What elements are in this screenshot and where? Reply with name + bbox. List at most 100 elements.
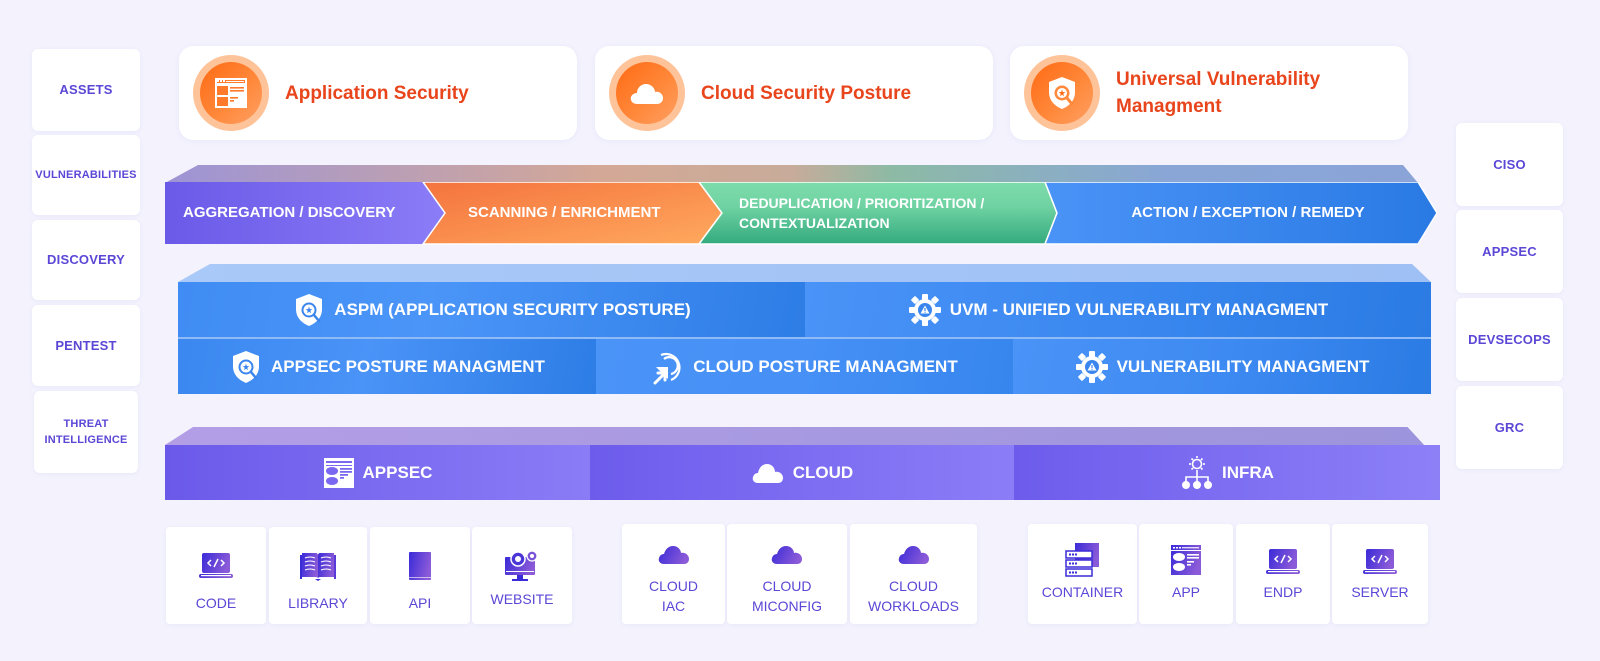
category-label: INFRA bbox=[1222, 462, 1274, 482]
source-tile-app[interactable]: APP bbox=[1139, 524, 1233, 624]
sidebar-left-item-pentest[interactable]: PENTEST bbox=[32, 305, 140, 386]
category-bar-top-face bbox=[165, 427, 1425, 445]
platform-item-label: CLOUD POSTURE MANAGMENT bbox=[693, 356, 958, 376]
category-label: APPSEC bbox=[362, 462, 433, 482]
cloud-icon bbox=[770, 538, 804, 572]
pipeline-stage-label: ACTION / EXCEPTION / REMEDY bbox=[1131, 204, 1365, 221]
sidebar-left-label: INTELLIGENCE bbox=[44, 434, 128, 446]
source-tile-label: CODE bbox=[195, 595, 237, 611]
cloud-icon bbox=[897, 538, 931, 572]
source-tile-label: CLOUD bbox=[888, 578, 938, 594]
app-window-icon bbox=[1170, 542, 1202, 578]
platform-item-appsec-posture[interactable]: APPSEC POSTURE MANAGMENT bbox=[178, 339, 596, 394]
sidebar-right-label: CISO bbox=[1493, 156, 1526, 172]
platform-item-label: APPSEC POSTURE MANAGMENT bbox=[271, 356, 545, 376]
platform-item-cloud-posture[interactable]: CLOUD POSTURE MANAGMENT bbox=[596, 339, 1013, 394]
pipeline-stage-label: CONTEXTUALIZATION bbox=[739, 215, 890, 231]
source-tile-label: ENDP bbox=[1263, 584, 1303, 600]
laptop-code-icon bbox=[198, 549, 234, 583]
platform-item-aspm[interactable]: ASPM (APPLICATION SECURITY POSTURE) bbox=[178, 282, 805, 337]
category-appsec[interactable]: APPSEC bbox=[165, 445, 590, 500]
browser-window-icon bbox=[323, 457, 354, 488]
source-tile-api[interactable]: API bbox=[370, 527, 470, 624]
sidebar-left-item-discovery[interactable]: DISCOVERY bbox=[32, 220, 140, 300]
sidebar-left-label: PENTEST bbox=[55, 337, 117, 353]
platform-item-label: VULNERABILITY MANAGMENT bbox=[1116, 356, 1370, 376]
server-stack-icon bbox=[1064, 542, 1101, 578]
source-tile-label: CLOUD bbox=[762, 578, 812, 594]
sidebar-right-label: GRC bbox=[1494, 419, 1525, 435]
top-card-universal-vulnerability-managment[interactable]: Universal Vulnerability Managment bbox=[1010, 46, 1408, 140]
pipeline-stage-scanning[interactable]: SCANNING / ENRICHMENT bbox=[468, 182, 698, 244]
category-infra[interactable]: INFRA bbox=[1014, 445, 1440, 500]
gear-warning-icon bbox=[908, 293, 941, 326]
source-tile-library[interactable]: LIBRARY bbox=[269, 527, 367, 624]
cloud-icon bbox=[657, 538, 691, 572]
category-label: CLOUD bbox=[792, 462, 854, 482]
cursor-ring-icon bbox=[653, 352, 681, 384]
sidebar-left-label: VULNERABILITIES bbox=[35, 169, 137, 181]
network-gear-icon bbox=[1182, 455, 1213, 489]
sidebar-right-item-ciso[interactable]: CISO bbox=[1456, 123, 1563, 206]
pipeline-stage-aggregation[interactable]: AGGREGATION / DISCOVERY bbox=[183, 182, 433, 244]
platform-bar-top-face bbox=[178, 264, 1431, 282]
top-card-cloud-security-posture[interactable]: Cloud Security Posture bbox=[595, 46, 993, 140]
top-card-title-line: Universal Vulnerability bbox=[1116, 69, 1321, 90]
top-card-title-line: Managment bbox=[1116, 96, 1222, 117]
monitor-gears-icon bbox=[504, 549, 540, 583]
shield-search-icon bbox=[233, 350, 260, 383]
platform-item-label: UVM - UNIFIED VULNERABILITY MANAGMENT bbox=[949, 299, 1329, 319]
cloud-icon bbox=[609, 55, 685, 131]
source-tile-cloud-miconfig[interactable]: CLOUD MICONFIG bbox=[727, 524, 847, 624]
source-tile-container[interactable]: CONTAINER bbox=[1028, 524, 1137, 624]
cloud-icon bbox=[752, 463, 783, 483]
source-tile-label: WEBSITE bbox=[490, 591, 554, 607]
gear-warning-icon bbox=[1075, 350, 1108, 383]
sidebar-left-item-vulnerabilities[interactable]: VULNERABILITIES bbox=[32, 135, 140, 215]
sidebar-right-label: DEVSECOPS bbox=[1468, 331, 1551, 347]
sidebar-left-label: DISCOVERY bbox=[47, 252, 125, 267]
source-tile-cloud-iac[interactable]: CLOUD IAC bbox=[622, 524, 725, 624]
source-tile-label: CLOUD bbox=[648, 578, 698, 594]
pipeline-stage-action[interactable]: ACTION / EXCEPTION / REMEDY bbox=[1058, 182, 1438, 244]
sidebar-left-label: THREAT bbox=[63, 418, 109, 430]
browser-window-icon bbox=[193, 55, 269, 131]
source-tile-label: API bbox=[408, 595, 432, 611]
source-tile-website[interactable]: WEBSITE bbox=[472, 527, 572, 624]
source-tile-label: MICONFIG bbox=[752, 598, 822, 614]
sidebar-left-item-assets[interactable]: ASSETS bbox=[32, 49, 140, 131]
laptop-code-icon bbox=[1362, 546, 1398, 578]
pipeline-stage-label: SCANNING / ENRICHMENT bbox=[468, 204, 661, 221]
laptop-code-icon bbox=[1265, 546, 1301, 578]
top-card-title: Cloud Security Posture bbox=[701, 82, 912, 104]
open-book-icon bbox=[300, 549, 336, 583]
pipeline-bar-top-face bbox=[165, 165, 1418, 183]
source-tile-server[interactable]: SERVER bbox=[1332, 524, 1428, 624]
sidebar-right-item-devsecops[interactable]: DEVSECOPS bbox=[1456, 298, 1563, 381]
shield-search-icon bbox=[296, 293, 323, 326]
sidebar-right-label: APPSEC bbox=[1482, 243, 1537, 259]
pipeline-stage-label: DEDUPLICATION / PRIORITIZATION / bbox=[739, 195, 985, 211]
source-tile-endp[interactable]: ENDP bbox=[1236, 524, 1330, 624]
sidebar-left-label: ASSETS bbox=[59, 82, 113, 97]
source-tile-label: WORKLOADS bbox=[867, 598, 959, 614]
sidebar-right-item-grc[interactable]: GRC bbox=[1456, 386, 1563, 469]
source-tile-label: CONTAINER bbox=[1041, 584, 1124, 600]
source-tile-label: SERVER bbox=[1351, 584, 1409, 600]
top-card-application-security[interactable]: Application Security bbox=[179, 46, 577, 140]
category-cloud[interactable]: CLOUD bbox=[590, 445, 1014, 500]
sidebar-right-item-appsec[interactable]: APPSEC bbox=[1456, 210, 1563, 293]
platform-item-vulnerability[interactable]: VULNERABILITY MANAGMENT bbox=[1013, 339, 1431, 394]
source-tile-label: APP bbox=[1171, 584, 1200, 600]
sidebar-left-item-threat-intelligence[interactable]: THREAT INTELLIGENCE bbox=[34, 391, 138, 473]
source-tile-cloud-workloads[interactable]: CLOUD WORKLOADS bbox=[850, 524, 977, 624]
source-tile-code[interactable]: CODE bbox=[166, 527, 266, 624]
platform-item-label: ASPM (APPLICATION SECURITY POSTURE) bbox=[334, 299, 691, 319]
book-icon bbox=[407, 549, 433, 583]
source-tile-label: LIBRARY bbox=[288, 595, 348, 611]
shield-search-icon bbox=[1024, 55, 1100, 131]
top-card-title: Application Security bbox=[285, 82, 469, 104]
platform-item-uvm[interactable]: UVM - UNIFIED VULNERABILITY MANAGMENT bbox=[805, 282, 1431, 337]
pipeline-stage-deduplication[interactable]: DEDUPLICATION / PRIORITIZATION / CONTEXT… bbox=[739, 182, 1039, 244]
pipeline-stage-label: AGGREGATION / DISCOVERY bbox=[183, 204, 396, 221]
